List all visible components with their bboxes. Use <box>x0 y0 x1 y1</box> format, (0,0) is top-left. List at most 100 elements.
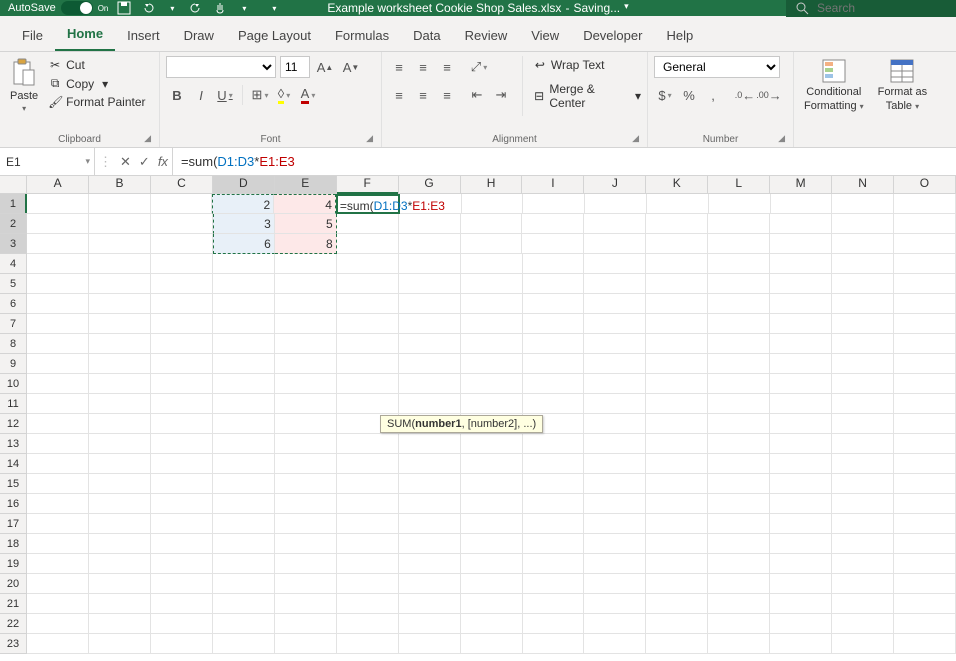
cell-L5[interactable] <box>708 274 770 294</box>
cell-L8[interactable] <box>708 334 770 354</box>
cell-F11[interactable] <box>337 394 399 414</box>
cell-J16[interactable] <box>584 494 646 514</box>
cell-M21[interactable] <box>770 594 832 614</box>
cell-E4[interactable] <box>275 254 337 274</box>
cell-C14[interactable] <box>151 454 213 474</box>
cell-N8[interactable] <box>832 334 894 354</box>
cell-O14[interactable] <box>894 454 956 474</box>
cell-K1[interactable] <box>647 194 709 214</box>
bold-icon[interactable]: B <box>166 84 188 106</box>
row-header-1[interactable]: 1 <box>0 194 27 214</box>
cell-I20[interactable] <box>523 574 585 594</box>
cell-N4[interactable] <box>832 254 894 274</box>
row-header-11[interactable]: 11 <box>0 394 27 414</box>
dialog-launcher-icon[interactable]: ◢ <box>778 133 785 144</box>
cell-F10[interactable] <box>337 374 399 394</box>
cut-button[interactable]: ✂Cut <box>48 56 145 74</box>
row-header-22[interactable]: 22 <box>0 614 27 634</box>
cell-B18[interactable] <box>89 534 151 554</box>
cell-G11[interactable] <box>399 394 461 414</box>
cell-N11[interactable] <box>832 394 894 414</box>
cell-M20[interactable] <box>770 574 832 594</box>
cell-I11[interactable] <box>523 394 585 414</box>
cell-K11[interactable] <box>646 394 708 414</box>
cell-J2[interactable] <box>584 214 646 234</box>
cell-C22[interactable] <box>151 614 213 634</box>
orientation-icon[interactable]: ⤢▾ <box>468 56 490 78</box>
cell-A6[interactable] <box>27 294 89 314</box>
cell-F5[interactable] <box>337 274 399 294</box>
cell-E18[interactable] <box>275 534 337 554</box>
touch-chevron-icon[interactable]: ▾ <box>236 0 252 16</box>
cell-C10[interactable] <box>151 374 213 394</box>
cell-A12[interactable] <box>27 414 89 434</box>
row-header-23[interactable]: 23 <box>0 634 27 654</box>
cell-G21[interactable] <box>399 594 461 614</box>
cell-G16[interactable] <box>399 494 461 514</box>
cell-H14[interactable] <box>461 454 523 474</box>
cell-L19[interactable] <box>708 554 770 574</box>
cell-H8[interactable] <box>461 334 523 354</box>
name-box[interactable]: E1 ▾ <box>0 148 95 175</box>
row-header-7[interactable]: 7 <box>0 314 27 334</box>
cell-L21[interactable] <box>708 594 770 614</box>
cell-D5[interactable] <box>213 274 275 294</box>
cell-K22[interactable] <box>646 614 708 634</box>
cell-K7[interactable] <box>646 314 708 334</box>
conditional-formatting-button[interactable]: Conditional Formatting ▾ <box>800 56 868 114</box>
cell-B14[interactable] <box>89 454 151 474</box>
cell-I1[interactable] <box>523 194 585 214</box>
cell-I17[interactable] <box>523 514 585 534</box>
cell-C20[interactable] <box>151 574 213 594</box>
cell-O4[interactable] <box>894 254 956 274</box>
cell-A10[interactable] <box>27 374 89 394</box>
decrease-indent-icon[interactable]: ⇤ <box>466 84 488 106</box>
column-header-E[interactable]: E <box>275 176 337 193</box>
cell-D2[interactable]: 3 <box>213 214 275 234</box>
cell-E7[interactable] <box>275 314 337 334</box>
cell-J13[interactable] <box>584 434 646 454</box>
cell-A20[interactable] <box>27 574 89 594</box>
column-header-K[interactable]: K <box>646 176 708 193</box>
cell-H19[interactable] <box>461 554 523 574</box>
cell-A1[interactable] <box>27 194 89 214</box>
cell-E10[interactable] <box>275 374 337 394</box>
cell-C8[interactable] <box>151 334 213 354</box>
column-header-I[interactable]: I <box>522 176 584 193</box>
cell-C13[interactable] <box>151 434 213 454</box>
cell-J11[interactable] <box>584 394 646 414</box>
cell-H20[interactable] <box>461 574 523 594</box>
cell-G4[interactable] <box>399 254 461 274</box>
cell-E14[interactable] <box>275 454 337 474</box>
cell-K8[interactable] <box>646 334 708 354</box>
cell-J7[interactable] <box>584 314 646 334</box>
cell-M1[interactable] <box>771 194 833 214</box>
cell-F17[interactable] <box>337 514 399 534</box>
cell-N3[interactable] <box>832 234 894 254</box>
cell-F4[interactable] <box>337 254 399 274</box>
cell-C19[interactable] <box>151 554 213 574</box>
align-right-icon[interactable]: ≡ <box>436 84 458 106</box>
cell-L9[interactable] <box>708 354 770 374</box>
cell-G6[interactable] <box>399 294 461 314</box>
cell-M19[interactable] <box>770 554 832 574</box>
cell-G9[interactable] <box>399 354 461 374</box>
cell-A15[interactable] <box>27 474 89 494</box>
cell-I18[interactable] <box>523 534 585 554</box>
row-header-3[interactable]: 3 <box>0 234 27 254</box>
tab-formulas[interactable]: Formulas <box>323 20 401 51</box>
cell-O17[interactable] <box>894 514 956 534</box>
cell-A5[interactable] <box>27 274 89 294</box>
cell-K14[interactable] <box>646 454 708 474</box>
row-header-12[interactable]: 12 <box>0 414 27 434</box>
cell-M23[interactable] <box>770 634 832 654</box>
cell-L23[interactable] <box>708 634 770 654</box>
font-size-input[interactable] <box>280 56 310 78</box>
cell-D19[interactable] <box>213 554 275 574</box>
cell-N5[interactable] <box>832 274 894 294</box>
save-icon[interactable] <box>116 0 132 16</box>
cell-A11[interactable] <box>27 394 89 414</box>
cell-I21[interactable] <box>523 594 585 614</box>
tab-draw[interactable]: Draw <box>172 20 226 51</box>
cell-K16[interactable] <box>646 494 708 514</box>
